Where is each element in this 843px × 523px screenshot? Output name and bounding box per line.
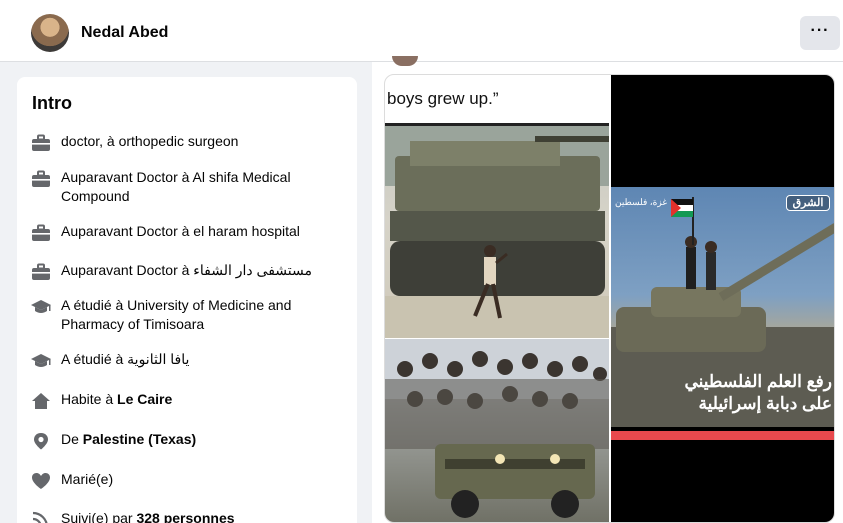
graduation-cap-icon bbox=[31, 354, 51, 367]
heart-icon bbox=[32, 473, 50, 489]
post-media-card[interactable]: boys grew up.” الشرق غزة، فلسطين رفع الع… bbox=[384, 74, 835, 523]
more-options-button[interactable]: ··· bbox=[800, 16, 840, 50]
intro-item-text: Habite à Le Caire bbox=[61, 391, 173, 407]
intro-item-text: A étudié à يافا الثانوية bbox=[61, 351, 190, 367]
post-photo-tank-boy[interactable] bbox=[385, 123, 609, 338]
briefcase-icon bbox=[32, 170, 50, 187]
graduation-cap-icon bbox=[31, 300, 51, 313]
home-icon bbox=[32, 393, 50, 409]
tank-illustration bbox=[385, 126, 609, 338]
briefcase-icon bbox=[32, 263, 50, 280]
profile-header: Nedal Abed ··· bbox=[0, 0, 843, 62]
location-pin-icon bbox=[34, 433, 48, 450]
news-headline: رفع العلم الفلسطيني على دبابة إسرائيلية bbox=[684, 372, 832, 413]
briefcase-icon bbox=[32, 224, 50, 241]
intro-item-link[interactable]: 328 personnes bbox=[136, 510, 234, 523]
intro-item-text: Suivi(e) par 328 personnes bbox=[61, 509, 341, 523]
post-photo-crowd-vehicle[interactable] bbox=[385, 339, 609, 522]
post-quote-text: boys grew up.” bbox=[387, 89, 499, 108]
news-red-bar bbox=[611, 431, 834, 440]
intro-title: Intro bbox=[32, 93, 72, 113]
intro-card: Intro doctor, à orthopedic surgeon Aupar… bbox=[17, 77, 357, 523]
intro-item-text: A étudié à University of Medicine and Ph… bbox=[61, 297, 292, 332]
crowd-illustration bbox=[385, 339, 609, 518]
intro-item-link[interactable]: Le Caire bbox=[117, 391, 172, 407]
post-author-avatar[interactable] bbox=[392, 56, 418, 66]
post-photo-news-tank-flag[interactable]: الشرق غزة، فلسطين رفع العلم الفلسطيني عل… bbox=[611, 75, 834, 522]
news-brand-logo: الشرق bbox=[786, 195, 830, 211]
briefcase-icon bbox=[32, 134, 50, 151]
profile-avatar[interactable] bbox=[31, 14, 69, 52]
intro-item-text: De Palestine (Texas) bbox=[61, 431, 197, 447]
profile-name[interactable]: Nedal Abed bbox=[81, 24, 168, 42]
intro-item-text: doctor, à orthopedic surgeon bbox=[61, 133, 239, 149]
intro-item-link[interactable]: Palestine (Texas) bbox=[83, 431, 196, 447]
rss-icon bbox=[32, 511, 48, 523]
intro-item-text: Marié(e) bbox=[61, 471, 114, 487]
intro-item-text: Auparavant Doctor à Al shifa Medical Com… bbox=[61, 169, 291, 204]
intro-item-text: Auparavant Doctor à el haram hospital bbox=[61, 223, 300, 239]
news-location-label: غزة، فلسطين bbox=[615, 197, 668, 207]
intro-item-text: Auparavant Doctor à مستشفى دار الشفاء bbox=[61, 262, 312, 278]
